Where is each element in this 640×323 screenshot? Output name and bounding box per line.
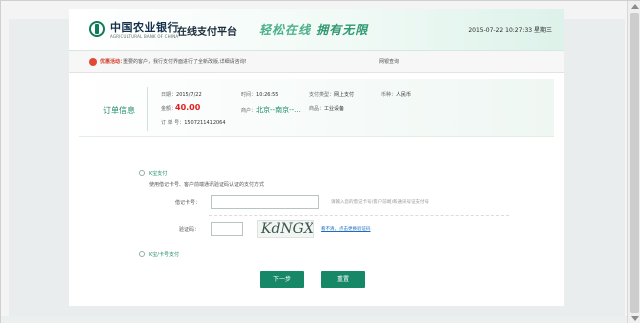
captcha-input[interactable]: [211, 222, 243, 236]
vertical-scrollbar[interactable]: [627, 1, 640, 323]
notice-bar: 优惠活动： 重要的客户，我行支付界面进行了全新改版,详细请咨询! 网银查询: [69, 51, 564, 73]
bank-logo-icon: [89, 21, 105, 37]
card-number-input[interactable]: [211, 195, 319, 209]
captcha-text: KdNGX: [261, 221, 314, 237]
bank-name: 中国农业银行: [110, 21, 179, 34]
captcha-label: 验证码：: [179, 227, 200, 233]
slogan-first: 轻松在线: [259, 23, 312, 37]
order-currency: 币种：人民币: [381, 92, 412, 98]
field-divider: [209, 215, 509, 216]
reset-button[interactable]: 重置: [321, 271, 365, 288]
captcha-refresh-link[interactable]: 看不清，点击更换验证码: [321, 226, 371, 232]
slogan: 轻松在线 拥有无限: [259, 21, 368, 38]
pay-option-card-desc: 使用借记卡号、客户前端通讯验证码认证的支付方式: [149, 182, 265, 188]
order-amount-label: 金额：: [161, 106, 177, 112]
notice-link[interactable]: 网银查询: [379, 58, 399, 65]
order-goods: 商品：工业设备: [309, 106, 345, 112]
order-info-title: 订单信息: [103, 106, 135, 115]
order-divider: [147, 87, 148, 131]
order-merchant: 商户：北京--南京--...: [241, 106, 301, 114]
scroll-up-icon[interactable]: [631, 4, 639, 9]
platform-name: 在线支付平台: [177, 27, 237, 38]
page-bottom-strip: [1, 316, 640, 323]
order-time: 时间：10:26:55: [241, 92, 279, 98]
bank-name-en: AGRICULTURAL BANK OF CHINA: [110, 34, 179, 39]
pay-option-other-radio[interactable]: [139, 251, 145, 257]
order-info-section: 订单信息 日期：2015/7/22 时间：10:26:55 支付类型：网上支付 …: [79, 79, 554, 137]
order-paytype: 支付类型：网上支付: [309, 92, 355, 98]
payment-card: 订单信息 日期：2015/7/22 时间：10:26:55 支付类型：网上支付 …: [69, 73, 564, 306]
scroll-down-icon[interactable]: [631, 316, 639, 321]
notice-text: 重要的客户，我行支付界面进行了全新改版,详细请咨询!: [123, 59, 247, 65]
notice-label: 优惠活动：: [100, 59, 126, 65]
card-number-hint: 请输入您的借记卡号(客户前端)和通讯号证支付号: [331, 200, 430, 205]
megaphone-icon: [89, 58, 97, 66]
order-amount: 40.00: [175, 103, 201, 112]
order-date: 日期：2015/7/22: [161, 92, 202, 98]
bank-header: 中国农业银行 AGRICULTURAL BANK OF CHINA 在线支付平台…: [69, 9, 564, 51]
captcha-image[interactable]: KdNGX: [257, 220, 314, 238]
order-number: 订 单 号：1507211412064: [161, 120, 226, 126]
header-datetime: 2015-07-22 10:27:33 星期三: [468, 27, 552, 34]
next-button[interactable]: 下一步: [260, 271, 304, 288]
card-number-label: 借记卡号：: [175, 200, 201, 206]
pay-option-other-label[interactable]: K宝/卡号支付: [149, 251, 179, 258]
pay-option-card-radio[interactable]: [139, 170, 145, 176]
slogan-second: 拥有无限: [316, 23, 369, 37]
browser-window: 中国农业银行 AGRICULTURAL BANK OF CHINA 在线支付平台…: [0, 0, 640, 323]
scroll-thumb[interactable]: [630, 13, 639, 313]
pay-option-card-label[interactable]: K宝支付: [149, 170, 167, 177]
